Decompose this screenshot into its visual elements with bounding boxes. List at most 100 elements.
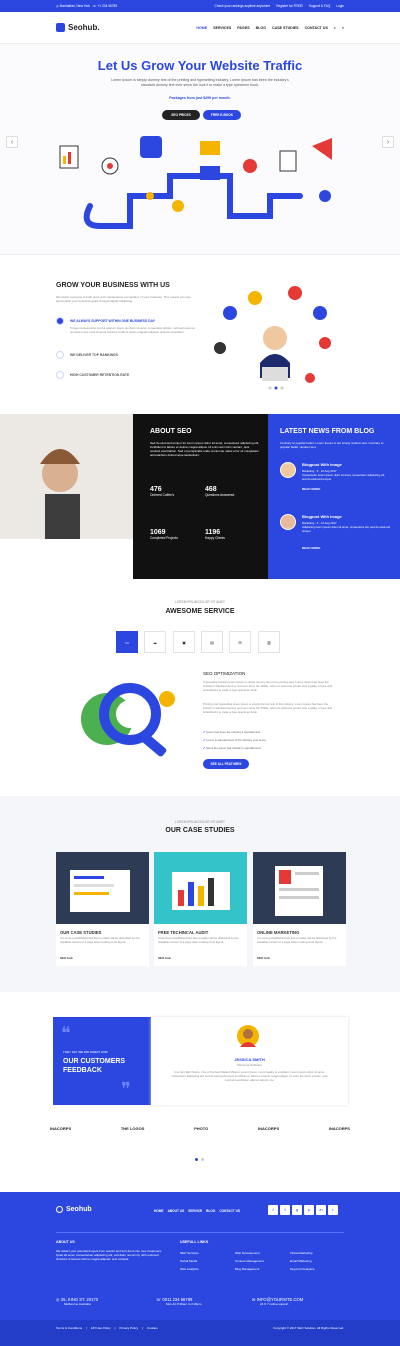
case-desc: It is a long established fact that a rea…: [257, 936, 337, 944]
useful-link[interactable]: Blog Management: [235, 1267, 290, 1271]
login-link[interactable]: Login: [336, 4, 344, 8]
tab-cloud-icon[interactable]: ☁: [144, 631, 166, 653]
pinterest-icon[interactable]: p: [304, 1205, 314, 1215]
ranking-link[interactable]: Check your rankings anytime anywhere: [215, 4, 271, 8]
service-tab-title: SEO OPTIMIZATION: [203, 671, 246, 676]
nav-contact[interactable]: CONTACT US: [305, 26, 328, 30]
useful-link[interactable]: SEO Services: [180, 1251, 235, 1255]
footer-blog-link[interactable]: BLOG: [206, 1209, 215, 1213]
useful-link[interactable]: Social Media: [180, 1259, 235, 1263]
cases-title: OUR CASE STUDIES: [165, 827, 235, 834]
footer-brand: Seohub: [66, 1206, 92, 1213]
brand-logo[interactable]: Seohub.: [56, 23, 100, 32]
check-item-text: Ipsum has been the industry's standard t…: [206, 730, 261, 734]
api-policy-link[interactable]: API Use Policy: [91, 1326, 111, 1330]
privacy-link[interactable]: Privacy Policy: [119, 1326, 138, 1330]
twitter-icon[interactable]: t: [280, 1205, 290, 1215]
case-link[interactable]: SEO hub: [257, 956, 270, 960]
facebook-icon[interactable]: f: [268, 1205, 278, 1215]
support-link[interactable]: Support & FAQ: [309, 4, 330, 8]
footer-service-link[interactable]: SERVICE: [188, 1209, 202, 1213]
footer-useful-links: SEO Services Web Development Virtual Mar…: [180, 1251, 345, 1271]
case-card-1[interactable]: OUR CASE STUDIES It is a long establishe…: [56, 852, 149, 966]
case-link[interactable]: SEO hub: [60, 956, 73, 960]
footer-address-line2: Melbourne Australia: [64, 1302, 91, 1306]
grow-section: GROW YOUR BUSINESS WITH US We assist eve…: [0, 254, 400, 414]
useful-link[interactable]: Virtual Marketing: [290, 1251, 345, 1255]
slider-dot[interactable]: [201, 1158, 204, 1161]
service-checklist: ✔ Ipsum has been the industry's standard…: [203, 728, 266, 752]
nav-blog[interactable]: BLOG: [256, 26, 266, 30]
post-title[interactable]: Blogpost With Image: [302, 514, 342, 519]
seo-prices-button[interactable]: SEO PRICES: [162, 110, 200, 120]
tab-seo-icon[interactable]: ▭: [116, 631, 138, 653]
case-card-2[interactable]: FREE TECHINCAL AUDIT It has been establi…: [154, 852, 247, 966]
read-more-link[interactable]: READ MORE: [302, 487, 320, 491]
terms-link[interactable]: Terms & Conditions: [56, 1326, 82, 1330]
feature-support-label: WE ALWAYS SUPPORT WITHIN ONE BUSINESS DA…: [70, 319, 155, 323]
cookies-link[interactable]: Cookies: [147, 1326, 158, 1330]
cases-eyebrow: LOREM IPSUM DOLOR SIT AMET: [175, 820, 225, 824]
google-icon[interactable]: g: [292, 1205, 302, 1215]
case-link[interactable]: SEO hub: [158, 956, 171, 960]
news-title: LATEST NEWS FROM BLOG: [280, 428, 375, 435]
testimonial-eyebrow: THEY SAY WE DID GREAT JOB!: [63, 1050, 108, 1054]
feature-support: WE ALWAYS SUPPORT WITHIN ONE BUSINESS DA…: [56, 317, 155, 325]
nav-pages[interactable]: PAGES: [237, 26, 249, 30]
footer: Seohub HOME ABOUT US SERVICE BLOG CONTAC…: [0, 1192, 400, 1346]
tab-chart-icon[interactable]: ▥: [258, 631, 280, 653]
hero-title: Let Us Grow Your Website Traffic: [97, 58, 303, 73]
testimonial-section: ❝ THEY SAY WE DID GREAT JOB! OUR CUSTOME…: [0, 992, 400, 1192]
linkedin-icon[interactable]: in: [316, 1205, 326, 1215]
post-text: Adipiscing lorem ipsum dolor sit amet, c…: [302, 525, 390, 533]
useful-link[interactable]: Web Analytics: [180, 1267, 235, 1271]
nav-menu: HOME SERVICES PAGES BLOG CASE STUDIES CO…: [196, 26, 344, 30]
case-image-3: [253, 852, 346, 924]
about-panel: ABOUT SEO Sed do eiusmod tempor for lore…: [133, 414, 268, 579]
useful-link[interactable]: Keyword Analytics: [290, 1267, 345, 1271]
useful-link[interactable]: Content Management: [235, 1259, 290, 1263]
case-desc: It has been established fact that a read…: [158, 936, 239, 944]
footer-logo[interactable]: Seohub: [56, 1206, 92, 1213]
footer-logo-icon: [56, 1206, 63, 1213]
case-studies-section: LOREM IPSUM DOLOR SIT AMET OUR CASE STUD…: [0, 796, 400, 992]
slider-dot[interactable]: [195, 1158, 198, 1161]
register-link[interactable]: Register for FREE!: [276, 4, 303, 8]
hero-illustration: [59, 136, 332, 229]
footer-home-link[interactable]: HOME: [154, 1209, 164, 1213]
location-text: Manhattan, New York: [59, 4, 90, 8]
tab-chat-icon[interactable]: ✉: [229, 631, 251, 653]
nav-services[interactable]: SERVICES: [213, 26, 231, 30]
free-ebook-button[interactable]: FREE E-BOOK: [203, 110, 241, 120]
seo-illustration: [81, 683, 175, 757]
nav-case-studies[interactable]: CASE STUDIES: [272, 26, 299, 30]
see-all-features-button[interactable]: SEE ALL FEATURES: [203, 759, 249, 769]
menu-icon[interactable]: ≡: [342, 26, 344, 30]
stat-questions: 468 Questions Answered: [205, 486, 234, 497]
case-card-3[interactable]: ONLINE MARKETING It is a long establishe…: [253, 852, 346, 966]
prev-arrow-icon[interactable]: ‹: [6, 136, 18, 148]
search-icon[interactable]: ⌕: [334, 26, 336, 30]
post-title[interactable]: Blogpost With Image: [302, 462, 342, 467]
tab-box-icon[interactable]: ▣: [173, 631, 195, 653]
client-logo: INACORPS: [328, 1126, 350, 1131]
testimonial-quote: It so fam SEO Name. One of the best Mark…: [171, 1070, 328, 1082]
read-more-link[interactable]: READ MORE: [302, 546, 320, 550]
useful-link[interactable]: Web Development: [235, 1251, 290, 1255]
hero-section: Let Us Grow Your Website Traffic Lorem I…: [0, 44, 400, 254]
client-logo: INACORPS: [258, 1126, 280, 1131]
footer-about-link[interactable]: ABOUT US: [168, 1209, 185, 1213]
nav-home[interactable]: HOME: [196, 26, 207, 30]
stat-questions-label: Questions Answered: [205, 493, 235, 497]
footer-phone: ☏ 0011 234 56789 Mon-Fri 8:30am to 6:30pm: [156, 1297, 201, 1306]
tab-doc-icon[interactable]: ▤: [201, 631, 223, 653]
useful-link[interactable]: Email Marketing: [290, 1259, 345, 1263]
next-arrow-icon[interactable]: ›: [382, 136, 394, 148]
testimonial-header: ❝ THEY SAY WE DID GREAT JOB! OUR CUSTOME…: [53, 1017, 151, 1105]
rss-icon[interactable]: r: [328, 1205, 338, 1215]
top-bar: ◎ Manhattan, New York ☏ +1 234 56789 Che…: [0, 0, 400, 12]
stat-questions-value: 468: [205, 486, 217, 493]
footer-contact-link[interactable]: CONTACT US: [219, 1209, 240, 1213]
service-title: AWESOME SERVICE: [165, 608, 235, 615]
footer-bottom-bar: Terms & Conditions | API Use Policy | Priv…: [0, 1320, 400, 1346]
